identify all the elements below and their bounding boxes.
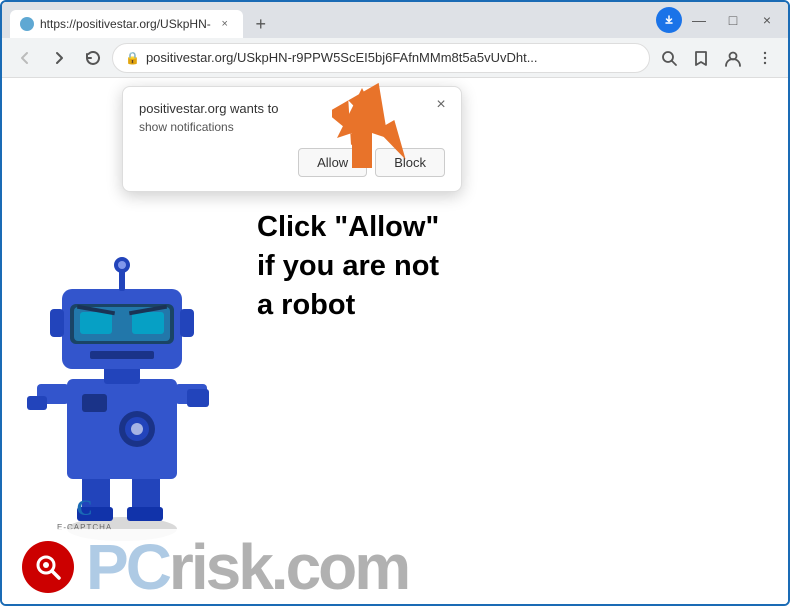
minimize-button[interactable]: — [686,11,712,29]
bookmark-icon-button[interactable] [686,43,716,73]
menu-icon-button[interactable] [750,43,780,73]
account-icon-button[interactable] [718,43,748,73]
tab-area: https://positivestar.org/USkpHN- × + [10,2,652,38]
lock-icon: 🔒 [125,51,140,65]
reload-button[interactable] [78,43,108,73]
active-tab[interactable]: https://positivestar.org/USkpHN- × [10,10,243,38]
pcrisk-logo: PCrisk.com [22,535,408,599]
tab-favicon [20,17,34,31]
popup-close-button[interactable]: × [431,95,451,115]
tab-close-button[interactable]: × [217,16,233,32]
title-bar: https://positivestar.org/USkpHN- × + — □… [2,2,788,38]
tab-title: https://positivestar.org/USkpHN- [40,17,211,31]
orange-arrow-graphic [322,83,402,178]
new-tab-button[interactable]: + [247,10,275,38]
robot-image [22,229,222,554]
search-icon-button[interactable] [654,43,684,73]
address-bar[interactable]: 🔒 positivestar.org/USkpHN-r9PPW5ScEI5bj6… [112,43,650,73]
forward-button[interactable] [44,43,74,73]
browser-window: https://positivestar.org/USkpHN- × + — □… [0,0,790,606]
toolbar-icons [654,43,780,73]
captcha-c-logo: C [77,495,93,521]
pcrisk-text: PCrisk.com [86,535,408,599]
pcrisk-watermark: PCrisk.com [2,529,788,604]
ecaptcha-area: C E-CAPTCHA [57,495,112,532]
maximize-button[interactable]: □ [720,11,746,29]
toolbar: 🔒 positivestar.org/USkpHN-r9PPW5ScEI5bj6… [2,38,788,78]
instruction-text: Click "Allow" if you are not a robot [257,208,567,325]
window-controls: — □ × [686,11,780,29]
close-button[interactable]: × [754,11,780,29]
pcrisk-icon [22,541,74,593]
instruction-container: Click "Allow" if you are not a robot [257,208,567,325]
page-content: × positivestar.org wants to show notific… [2,78,788,604]
download-bubble[interactable] [656,7,682,33]
address-text: positivestar.org/USkpHN-r9PPW5ScEI5bj6FA… [146,50,637,65]
back-button[interactable] [10,43,40,73]
